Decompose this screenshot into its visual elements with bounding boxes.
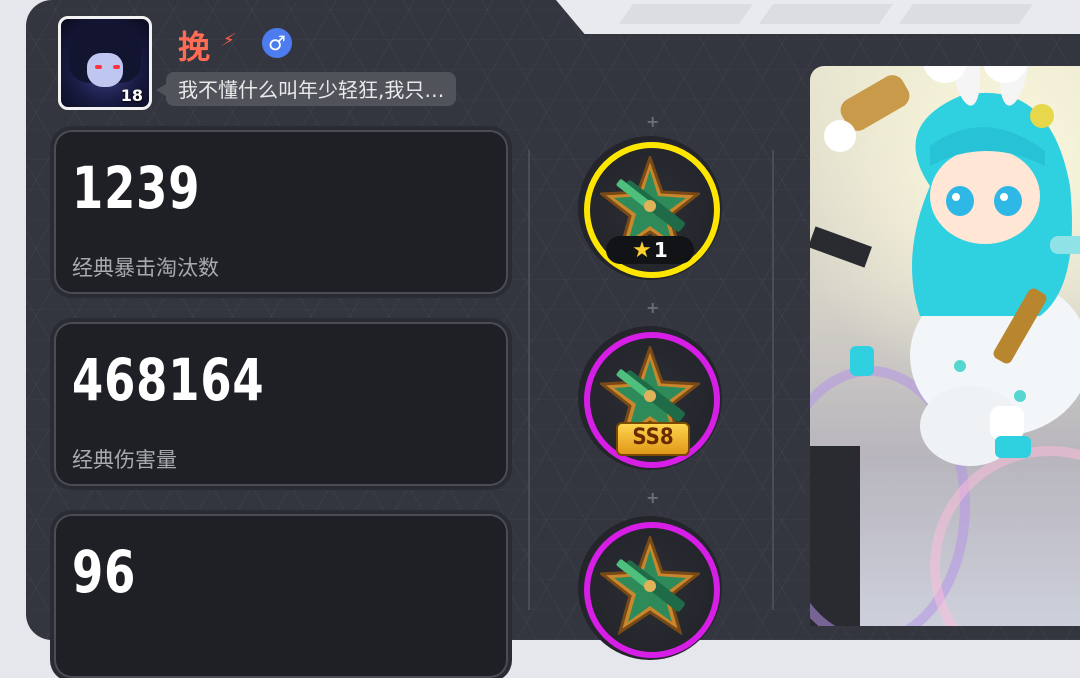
stat-card-crit-eliminations: 1239 经典暴击淘汰数 (54, 130, 508, 294)
medal-slot-2[interactable]: SS8 (578, 326, 722, 470)
plus-icon: + (646, 488, 660, 507)
stat-card-damage: 468164 经典伤害量 (54, 322, 508, 486)
medal-slot-3[interactable] (578, 516, 722, 660)
medal-star-tag: ★ 1 (606, 236, 694, 264)
band-stripe (758, 4, 894, 24)
medal-rail-left (528, 150, 530, 610)
medal-slot-1[interactable]: ★ 1 (578, 136, 722, 280)
sniper-rifle-star-medal-icon (600, 536, 700, 634)
band-stripe (898, 4, 1034, 24)
medal-grade-badge: SS8 (616, 422, 690, 456)
medal-rail-right (772, 150, 774, 610)
stat-value: 96 (72, 538, 137, 606)
stat-value: 1239 (72, 154, 201, 222)
band-stripe (618, 4, 754, 24)
avatar-eye (113, 65, 120, 69)
player-motto[interactable]: 我不懂什么叫年少轻狂,我只… (155, 72, 457, 106)
star-icon: ★ (632, 238, 652, 263)
player-level: 18 (120, 86, 143, 105)
player-avatar[interactable]: 18 (58, 16, 152, 110)
stat-label: 经典伤害量 (72, 448, 177, 472)
stat-card-third: 96 (54, 514, 508, 678)
stat-label: 经典暴击淘汰数 (72, 256, 219, 280)
character-showcase[interactable] (810, 66, 1080, 626)
character-model (824, 66, 1080, 466)
stat-value: 468164 (72, 346, 265, 414)
avatar-eye (95, 65, 102, 69)
panel-top-band (586, 0, 1080, 34)
plus-icon: + (646, 112, 660, 131)
plus-icon: + (646, 298, 660, 317)
male-gender-icon: ♂ (262, 28, 292, 58)
player-name: 挽 (178, 28, 212, 66)
avatar-face (87, 53, 123, 87)
medal-star-count: 1 (653, 238, 668, 262)
